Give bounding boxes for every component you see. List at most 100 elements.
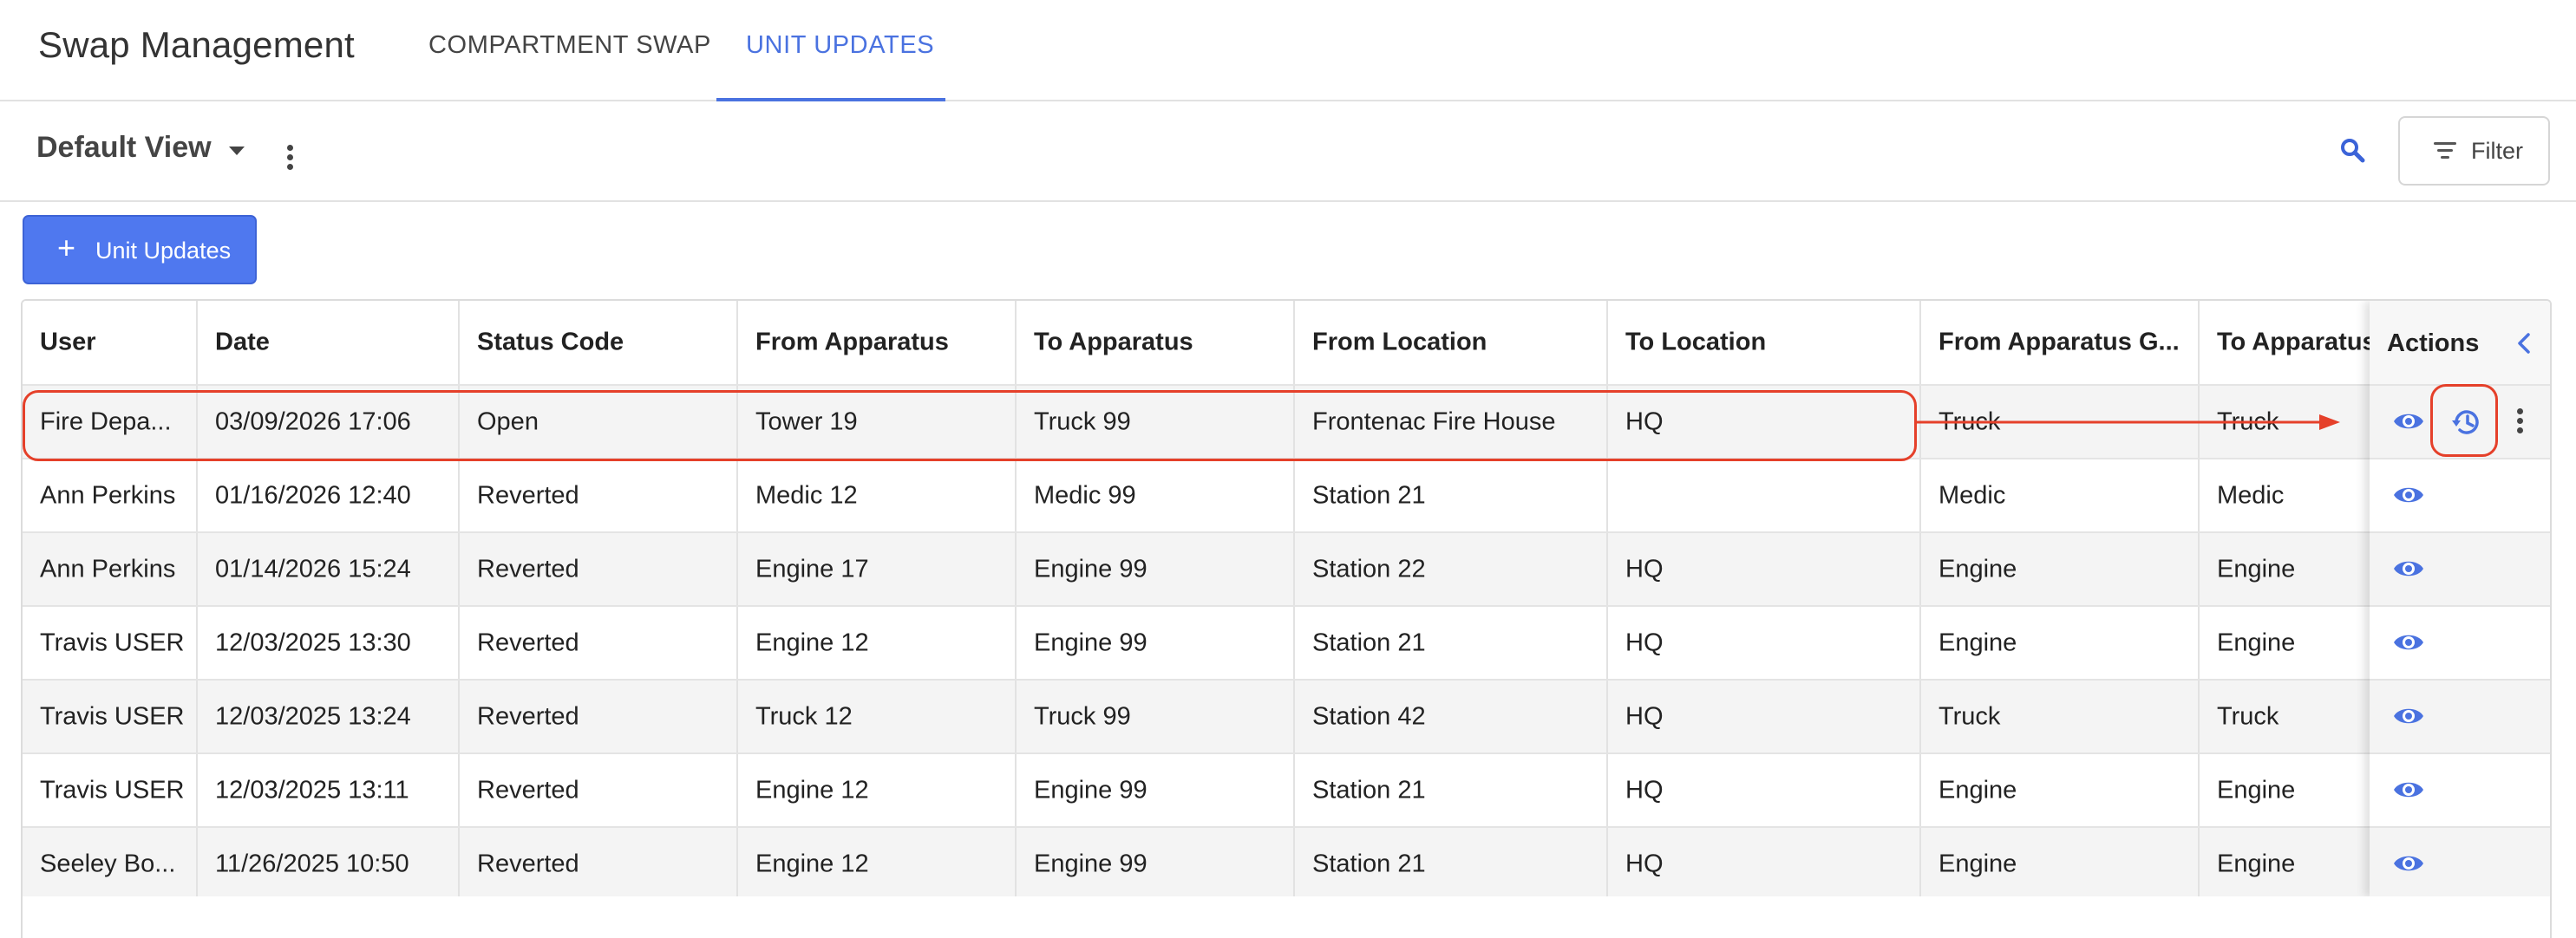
table-cell: 01/16/2026 12:40: [198, 459, 460, 531]
table-cell: Engine: [1921, 607, 2200, 679]
app-header: Swap Management COMPARTMENT SWAP UNIT UP…: [0, 0, 2576, 101]
column-header[interactable]: To Apparatus: [1017, 301, 1295, 384]
filter-lines-icon: [2433, 142, 2457, 161]
table-cell: HQ: [1608, 754, 1921, 826]
table-cell: Engine: [1921, 828, 2200, 900]
table-cell: Fire Depa...: [23, 386, 198, 458]
row-actions: [2370, 459, 2550, 533]
table-cell: 11/26/2025 10:50: [198, 828, 460, 900]
table-cell: Engine 17: [738, 533, 1017, 605]
column-header[interactable]: Status Code: [460, 301, 738, 384]
table-cell: Medic: [1921, 459, 2200, 531]
table-cell: Station 21: [1295, 828, 1608, 900]
app-title: Swap Management: [38, 24, 355, 65]
table-cell: Station 21: [1295, 754, 1608, 826]
table-cell: Travis USER: [23, 681, 198, 752]
actions-title: Actions: [2387, 329, 2480, 357]
table-cell: Engine 99: [1017, 754, 1295, 826]
table-cell: Reverted: [460, 828, 738, 900]
filter-button[interactable]: Filter: [2398, 116, 2550, 186]
table-cell: Station 21: [1295, 459, 1608, 531]
column-header[interactable]: To Location: [1608, 301, 1921, 384]
row-actions: [2370, 754, 2550, 828]
table-row[interactable]: Travis USER 12/03/2025 13:11 Reverted Engin…: [23, 754, 2380, 828]
column-header[interactable]: From Location: [1295, 301, 1608, 384]
history-icon[interactable]: [2449, 405, 2484, 440]
table-row[interactable]: Ann Perkins 01/16/2026 12:40 Reverted Medic…: [23, 459, 2380, 533]
table-cell: Truck 12: [738, 681, 1017, 752]
column-header[interactable]: From Apparatus G...: [1921, 301, 2200, 384]
table-cell: Truck: [1921, 681, 2200, 752]
table-cell: Seeley Bo...: [23, 828, 198, 900]
table-empty-area: [23, 896, 2550, 938]
table-cell: Travis USER: [23, 754, 198, 826]
table-cell: Truck 99: [1017, 681, 1295, 752]
view-toolbar: Default View Filter: [0, 101, 2576, 202]
table-cell: Open: [460, 386, 738, 458]
table-cell: 01/14/2026 15:24: [198, 533, 460, 605]
column-header[interactable]: User: [23, 301, 198, 384]
table-cell: Ann Perkins: [23, 533, 198, 605]
table-cell: HQ: [1608, 681, 1921, 752]
table-cell: Truck 99: [1017, 386, 1295, 458]
table-cell: Medic 12: [738, 459, 1017, 531]
eye-icon[interactable]: [2392, 408, 2425, 434]
table-cell: Ann Perkins: [23, 459, 198, 531]
caret-down-icon[interactable]: [229, 147, 245, 155]
eye-icon[interactable]: [2392, 703, 2425, 729]
row-actions: [2370, 828, 2550, 902]
plus-icon: +: [57, 230, 76, 265]
table-cell: [1608, 459, 1921, 531]
table-cell: Engine 99: [1017, 828, 1295, 900]
chevron-left-icon[interactable]: [2515, 332, 2533, 355]
table-cell: Engine 99: [1017, 607, 1295, 679]
table-cell: Reverted: [460, 607, 738, 679]
column-header[interactable]: Date: [198, 301, 460, 384]
table-row[interactable]: Seeley Bo... 11/26/2025 10:50 Reverted Engi…: [23, 828, 2380, 902]
row-actions: [2370, 533, 2550, 607]
add-button-label: Unit Updates: [95, 238, 232, 264]
table-cell: Reverted: [460, 459, 738, 531]
table-cell: Station 21: [1295, 607, 1608, 679]
table-cell: 03/09/2026 17:06: [198, 386, 460, 458]
column-header[interactable]: From Apparatus: [738, 301, 1017, 384]
eye-icon[interactable]: [2392, 556, 2425, 582]
table-cell: Engine 12: [738, 754, 1017, 826]
table-cell: Engine 12: [738, 828, 1017, 900]
table-cell: Frontenac Fire House: [1295, 386, 1608, 458]
row-actions: [2370, 681, 2550, 754]
table-row[interactable]: Travis USER 12/03/2025 13:30 Reverted Engin…: [23, 607, 2380, 681]
eye-icon[interactable]: [2392, 629, 2425, 655]
add-unit-updates-button[interactable]: + Unit Updates: [23, 215, 257, 284]
table-row[interactable]: Travis USER 12/03/2025 13:24 Reverted Truck…: [23, 681, 2380, 754]
table-cell: HQ: [1608, 386, 1921, 458]
tab-compartment-swap[interactable]: COMPARTMENT SWAP: [428, 31, 711, 60]
eye-icon[interactable]: [2392, 850, 2425, 876]
table-cell: 12/03/2025 13:11: [198, 754, 460, 826]
search-icon[interactable]: [2338, 136, 2368, 166]
view-selector[interactable]: Default View: [36, 131, 212, 165]
tab-unit-updates[interactable]: UNIT UPDATES: [746, 31, 934, 60]
eye-icon[interactable]: [2392, 482, 2425, 508]
table-cell: Engine 99: [1017, 533, 1295, 605]
table-cell: Reverted: [460, 681, 738, 752]
eye-icon[interactable]: [2392, 777, 2425, 803]
table-row[interactable]: Fire Depa... 03/09/2026 17:06 Open Tower 19…: [23, 386, 2380, 459]
unit-updates-table: User Date Status Code From Apparatus To …: [21, 299, 2552, 938]
table-cell: Reverted: [460, 533, 738, 605]
table-cell: Reverted: [460, 754, 738, 826]
filter-label: Filter: [2471, 138, 2523, 164]
table-cell: Engine 12: [738, 607, 1017, 679]
row-actions: [2370, 607, 2550, 681]
row-menu-icon[interactable]: [2517, 408, 2524, 434]
table-cell: Engine: [1921, 533, 2200, 605]
table-cell: 12/03/2025 13:24: [198, 681, 460, 752]
view-menu-icon[interactable]: [287, 145, 294, 171]
table-cell: Tower 19: [738, 386, 1017, 458]
table-cell: Station 22: [1295, 533, 1608, 605]
table-cell: Station 42: [1295, 681, 1608, 752]
table-row[interactable]: Ann Perkins 01/14/2026 15:24 Reverted Engin…: [23, 533, 2380, 607]
table-cell: 12/03/2025 13:30: [198, 607, 460, 679]
table-cell: HQ: [1608, 828, 1921, 900]
actions-header: Actions: [2370, 301, 2550, 386]
